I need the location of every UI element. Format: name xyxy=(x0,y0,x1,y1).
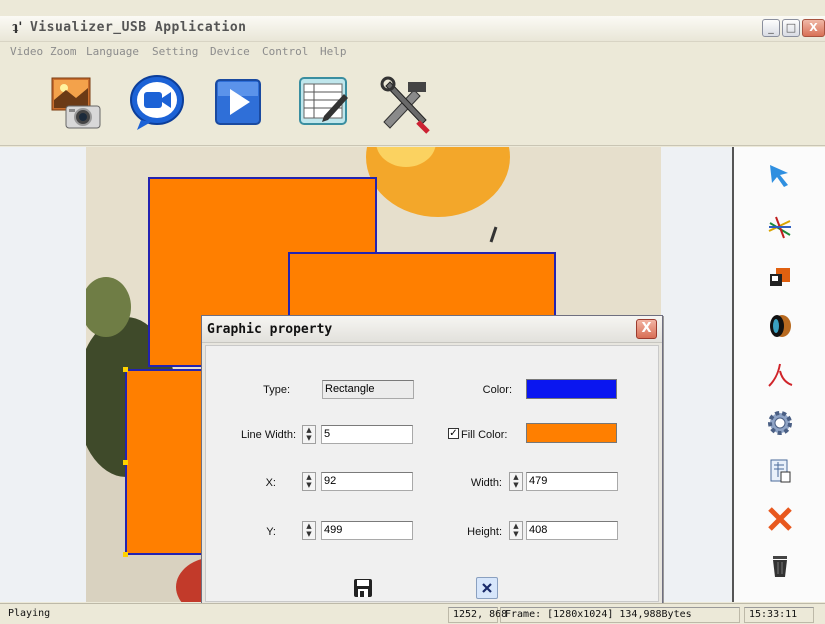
properties-doc-icon[interactable] xyxy=(766,457,794,485)
minimize-button[interactable]: _ xyxy=(762,19,780,37)
fill-color-checkbox[interactable]: ✓ xyxy=(448,428,459,439)
width-input[interactable]: 479 xyxy=(526,472,618,491)
height-label: Height: xyxy=(467,526,502,538)
selection-handle[interactable] xyxy=(123,460,128,465)
x-input[interactable]: 92 xyxy=(321,472,413,491)
spin-up-icon[interactable]: ▲ xyxy=(510,522,522,530)
dialog-body: Type: Rectangle Line Width: ▲ ▼ 5 X: ▲ ▼ 9… xyxy=(205,345,659,602)
menu-video[interactable]: Video xyxy=(10,45,43,58)
video-record-icon[interactable] xyxy=(127,72,187,134)
fill-color-swatch[interactable] xyxy=(526,423,617,443)
curve-line-icon[interactable] xyxy=(766,361,794,389)
drawn-rectangle-selected[interactable] xyxy=(125,369,210,555)
height-stepper[interactable]: ▲ ▼ xyxy=(509,521,523,540)
dialog-title-bar[interactable]: Graphic property X xyxy=(202,316,662,343)
spin-down-icon[interactable]: ▼ xyxy=(510,530,522,538)
close-icon xyxy=(482,583,492,593)
menu-bar: Video Zoom Language Setting Device Contr… xyxy=(0,43,825,61)
window-title: Visualizer_USB Application xyxy=(30,20,247,35)
dialog-title: Graphic property xyxy=(207,322,333,337)
trash-bin-icon[interactable] xyxy=(766,552,794,580)
selection-handle[interactable] xyxy=(123,367,128,372)
spin-up-icon[interactable]: ▲ xyxy=(303,426,315,434)
play-icon[interactable] xyxy=(208,72,268,134)
application-window: ʇ' Visualizer_USB Application _ □ X Vide… xyxy=(0,0,825,624)
spin-up-icon[interactable]: ▲ xyxy=(303,522,315,530)
edit-document-icon[interactable] xyxy=(294,72,354,134)
fill-color-label: Fill Color: xyxy=(461,429,508,441)
width-label: Width: xyxy=(470,477,502,489)
x-stepper[interactable]: ▲ ▼ xyxy=(302,472,316,491)
line-width-stepper[interactable]: ▲ ▼ xyxy=(302,425,316,444)
y-label: Y: xyxy=(266,526,276,538)
color-label: Color: xyxy=(482,384,512,396)
settings-tools-icon[interactable] xyxy=(374,72,434,134)
type-field: Rectangle xyxy=(322,380,414,399)
menu-help[interactable]: Help xyxy=(320,45,347,58)
status-bar: Playing 1252, 868 Frame: [1280x1024] 134… xyxy=(0,603,825,624)
gear-icon[interactable] xyxy=(766,409,794,437)
spin-down-icon[interactable]: ▼ xyxy=(303,434,315,442)
status-clock: 15:33:11 xyxy=(744,607,814,623)
dialog-close-button[interactable]: X xyxy=(636,319,657,339)
ellipse-shape-icon[interactable] xyxy=(766,312,794,340)
y-stepper[interactable]: ▲ ▼ xyxy=(302,521,316,540)
type-label: Type: xyxy=(263,384,290,396)
width-stepper[interactable]: ▲ ▼ xyxy=(509,472,523,491)
close-window-button[interactable]: X xyxy=(802,19,825,37)
app-logo-icon: ʇ' xyxy=(12,20,23,35)
main-toolbar xyxy=(0,62,825,146)
select-arrow-icon[interactable] xyxy=(766,161,794,189)
selection-handle[interactable] xyxy=(123,552,128,557)
title-bar[interactable]: ʇ' Visualizer_USB Application _ □ X xyxy=(0,16,825,42)
status-frame-info: Frame: [1280x1024] 134,988Bytes xyxy=(500,607,740,623)
menu-device[interactable]: Device xyxy=(210,45,250,58)
menu-control[interactable]: Control xyxy=(262,45,308,58)
freehand-lines-icon[interactable] xyxy=(766,213,794,241)
menu-setting[interactable]: Setting xyxy=(152,45,198,58)
status-state: Playing xyxy=(8,608,51,619)
line-width-label: Line Width: xyxy=(240,429,296,441)
status-coords: 1252, 868 xyxy=(448,607,507,623)
menu-zoom[interactable]: Zoom xyxy=(50,45,77,58)
spin-down-icon[interactable]: ▼ xyxy=(510,481,522,489)
cancel-button[interactable] xyxy=(476,577,498,599)
camera-snapshot-icon[interactable] xyxy=(46,72,106,134)
spin-up-icon[interactable]: ▲ xyxy=(510,473,522,481)
menu-language[interactable]: Language xyxy=(86,45,139,58)
delete-x-icon[interactable] xyxy=(766,505,794,533)
drawing-tools-panel xyxy=(732,147,825,602)
y-input[interactable]: 499 xyxy=(321,521,413,540)
line-width-input[interactable]: 5 xyxy=(321,425,413,444)
graphic-property-dialog: Graphic property X Type: Rectangle Line … xyxy=(201,315,663,606)
spin-up-icon[interactable]: ▲ xyxy=(303,473,315,481)
maximize-button[interactable]: □ xyxy=(782,19,800,37)
color-swatch[interactable] xyxy=(526,379,617,399)
rectangle-shape-icon[interactable] xyxy=(766,263,794,291)
save-icon[interactable] xyxy=(352,577,374,599)
x-label: X: xyxy=(265,477,276,489)
height-input[interactable]: 408 xyxy=(526,521,618,540)
spin-down-icon[interactable]: ▼ xyxy=(303,481,315,489)
spin-down-icon[interactable]: ▼ xyxy=(303,530,315,538)
